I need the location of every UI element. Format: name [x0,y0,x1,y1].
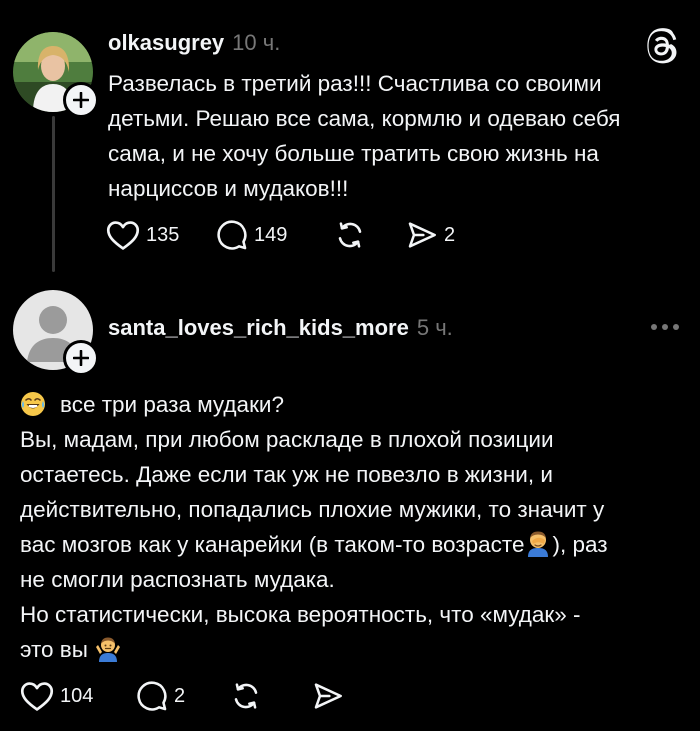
follow-button[interactable] [63,340,99,376]
share-count: 2 [444,223,456,246]
like-button[interactable]: 104 [20,680,136,712]
repost-icon [234,683,258,709]
share-button[interactable] [312,680,344,712]
threads-logo-icon[interactable] [644,28,680,64]
reply-paragraph-2-a: Вы, мадам, при любом раскладе в плохой п… [20,427,605,557]
reply-line-1: все три раза мудаки? [20,387,608,422]
send-icon [408,222,436,248]
timestamp: 5 ч. [416,315,453,340]
timestamp: 10 ч. [232,30,281,55]
more-options-icon[interactable] [648,318,682,336]
laughing-emoji-icon [21,392,45,416]
username[interactable]: olkasugrey [108,30,224,55]
send-icon [314,683,342,709]
reply-button[interactable]: 2 [136,680,230,712]
facepalm-emoji-icon [528,531,549,557]
like-count: 104 [60,684,94,707]
like-count: 135 [146,223,180,246]
comment-icon [217,220,247,250]
thread-line [52,116,55,272]
reply-paragraph-3: Но статистически, высока вероятность, чт… [20,597,608,667]
follow-button[interactable] [63,82,99,118]
username[interactable]: santa_loves_rich_kids_more [108,315,409,340]
reply-line-1-text: все три раза мудаки? [60,392,285,417]
reply-actions: 104 2 [20,680,344,712]
post-header: olkasugrey 10 ч. [108,30,280,56]
shrug-emoji-icon [95,637,120,662]
like-button[interactable]: 135 [106,219,216,251]
reply-button[interactable]: 149 [216,219,334,251]
reply-text: все три раза мудаки? Вы, мадам, при любо… [20,387,608,667]
repost-icon [338,222,362,248]
repost-button[interactable] [334,219,406,251]
post-text: Развелась в третий раз!!! Счастлива со с… [108,66,620,206]
comment-icon [137,681,167,711]
heart-icon [106,221,140,250]
repost-button[interactable] [230,680,312,712]
plus-icon [73,350,89,366]
reply-count: 2 [174,684,186,707]
reply-header: santa_loves_rich_kids_more 5 ч. [108,315,453,341]
plus-icon [73,92,89,108]
post-text-body: Развелась в третий раз!!! Счастлива со с… [108,71,621,201]
post-actions: 135 149 2 [106,219,455,251]
heart-icon [20,682,54,711]
share-button[interactable]: 2 [406,219,455,251]
reply-count: 149 [254,223,288,246]
reply-paragraph-2: Вы, мадам, при любом раскладе в плохой п… [20,422,608,597]
